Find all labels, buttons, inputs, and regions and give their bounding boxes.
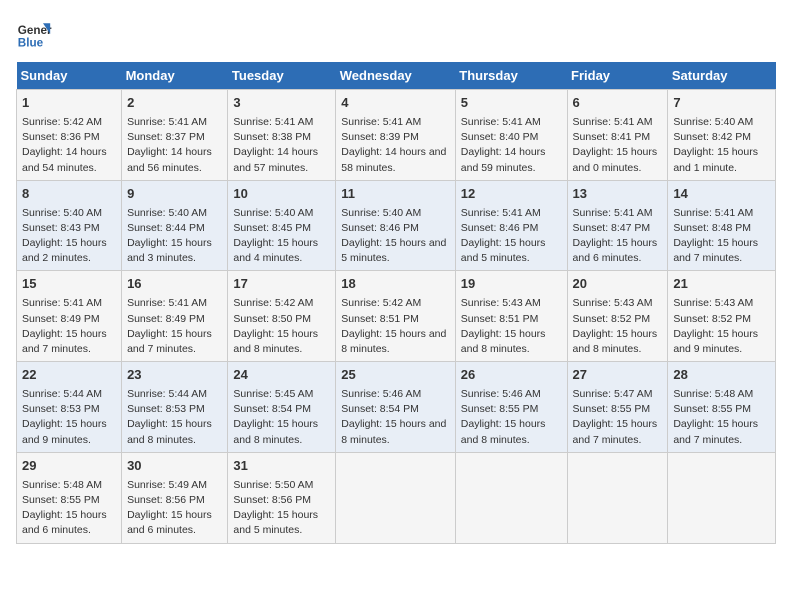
day-number: 21 — [673, 275, 770, 294]
calendar-cell: 12Sunrise: 5:41 AMSunset: 8:46 PMDayligh… — [455, 180, 567, 271]
header-wednesday: Wednesday — [336, 62, 456, 90]
calendar-week-row: 29Sunrise: 5:48 AMSunset: 8:55 PMDayligh… — [17, 452, 776, 543]
calendar-cell: 27Sunrise: 5:47 AMSunset: 8:55 PMDayligh… — [567, 362, 668, 453]
day-number: 19 — [461, 275, 562, 294]
header-sunday: Sunday — [17, 62, 122, 90]
calendar-cell: 24Sunrise: 5:45 AMSunset: 8:54 PMDayligh… — [228, 362, 336, 453]
calendar-cell — [336, 452, 456, 543]
calendar-cell: 14Sunrise: 5:41 AMSunset: 8:48 PMDayligh… — [668, 180, 776, 271]
calendar-cell — [668, 452, 776, 543]
day-number: 26 — [461, 366, 562, 385]
day-number: 15 — [22, 275, 116, 294]
day-number: 22 — [22, 366, 116, 385]
calendar-cell: 3Sunrise: 5:41 AMSunset: 8:38 PMDaylight… — [228, 90, 336, 181]
day-number: 4 — [341, 94, 450, 113]
page-header: General Blue — [16, 16, 776, 52]
calendar-cell: 19Sunrise: 5:43 AMSunset: 8:51 PMDayligh… — [455, 271, 567, 362]
day-number: 2 — [127, 94, 222, 113]
calendar-cell: 22Sunrise: 5:44 AMSunset: 8:53 PMDayligh… — [17, 362, 122, 453]
header-tuesday: Tuesday — [228, 62, 336, 90]
calendar-cell: 8Sunrise: 5:40 AMSunset: 8:43 PMDaylight… — [17, 180, 122, 271]
day-number: 27 — [573, 366, 663, 385]
header-saturday: Saturday — [668, 62, 776, 90]
calendar-cell — [455, 452, 567, 543]
header-friday: Friday — [567, 62, 668, 90]
calendar-cell: 26Sunrise: 5:46 AMSunset: 8:55 PMDayligh… — [455, 362, 567, 453]
calendar-week-row: 22Sunrise: 5:44 AMSunset: 8:53 PMDayligh… — [17, 362, 776, 453]
calendar-cell: 21Sunrise: 5:43 AMSunset: 8:52 PMDayligh… — [668, 271, 776, 362]
day-number: 16 — [127, 275, 222, 294]
day-number: 13 — [573, 185, 663, 204]
day-number: 20 — [573, 275, 663, 294]
calendar-cell: 20Sunrise: 5:43 AMSunset: 8:52 PMDayligh… — [567, 271, 668, 362]
calendar-cell: 28Sunrise: 5:48 AMSunset: 8:55 PMDayligh… — [668, 362, 776, 453]
header-thursday: Thursday — [455, 62, 567, 90]
calendar-cell: 6Sunrise: 5:41 AMSunset: 8:41 PMDaylight… — [567, 90, 668, 181]
day-number: 10 — [233, 185, 330, 204]
logo: General Blue — [16, 16, 52, 52]
svg-text:Blue: Blue — [18, 37, 44, 50]
day-number: 7 — [673, 94, 770, 113]
day-number: 14 — [673, 185, 770, 204]
day-number: 24 — [233, 366, 330, 385]
day-number: 17 — [233, 275, 330, 294]
calendar-cell: 17Sunrise: 5:42 AMSunset: 8:50 PMDayligh… — [228, 271, 336, 362]
calendar-table: SundayMondayTuesdayWednesdayThursdayFrid… — [16, 62, 776, 544]
calendar-cell — [567, 452, 668, 543]
calendar-cell: 15Sunrise: 5:41 AMSunset: 8:49 PMDayligh… — [17, 271, 122, 362]
calendar-cell: 31Sunrise: 5:50 AMSunset: 8:56 PMDayligh… — [228, 452, 336, 543]
header-monday: Monday — [122, 62, 228, 90]
day-number: 25 — [341, 366, 450, 385]
calendar-week-row: 1Sunrise: 5:42 AMSunset: 8:36 PMDaylight… — [17, 90, 776, 181]
calendar-header-row: SundayMondayTuesdayWednesdayThursdayFrid… — [17, 62, 776, 90]
day-number: 23 — [127, 366, 222, 385]
calendar-cell: 23Sunrise: 5:44 AMSunset: 8:53 PMDayligh… — [122, 362, 228, 453]
day-number: 11 — [341, 185, 450, 204]
calendar-cell: 13Sunrise: 5:41 AMSunset: 8:47 PMDayligh… — [567, 180, 668, 271]
calendar-cell: 5Sunrise: 5:41 AMSunset: 8:40 PMDaylight… — [455, 90, 567, 181]
day-number: 12 — [461, 185, 562, 204]
calendar-week-row: 15Sunrise: 5:41 AMSunset: 8:49 PMDayligh… — [17, 271, 776, 362]
calendar-cell: 10Sunrise: 5:40 AMSunset: 8:45 PMDayligh… — [228, 180, 336, 271]
calendar-cell: 16Sunrise: 5:41 AMSunset: 8:49 PMDayligh… — [122, 271, 228, 362]
day-number: 8 — [22, 185, 116, 204]
day-number: 6 — [573, 94, 663, 113]
calendar-cell: 18Sunrise: 5:42 AMSunset: 8:51 PMDayligh… — [336, 271, 456, 362]
day-number: 9 — [127, 185, 222, 204]
day-number: 31 — [233, 457, 330, 476]
day-number: 5 — [461, 94, 562, 113]
calendar-cell: 9Sunrise: 5:40 AMSunset: 8:44 PMDaylight… — [122, 180, 228, 271]
calendar-cell: 2Sunrise: 5:41 AMSunset: 8:37 PMDaylight… — [122, 90, 228, 181]
calendar-cell: 25Sunrise: 5:46 AMSunset: 8:54 PMDayligh… — [336, 362, 456, 453]
day-number: 18 — [341, 275, 450, 294]
logo-icon: General Blue — [16, 16, 52, 52]
day-number: 3 — [233, 94, 330, 113]
calendar-cell: 29Sunrise: 5:48 AMSunset: 8:55 PMDayligh… — [17, 452, 122, 543]
calendar-cell: 30Sunrise: 5:49 AMSunset: 8:56 PMDayligh… — [122, 452, 228, 543]
calendar-cell: 1Sunrise: 5:42 AMSunset: 8:36 PMDaylight… — [17, 90, 122, 181]
day-number: 30 — [127, 457, 222, 476]
calendar-week-row: 8Sunrise: 5:40 AMSunset: 8:43 PMDaylight… — [17, 180, 776, 271]
day-number: 28 — [673, 366, 770, 385]
calendar-body: 1Sunrise: 5:42 AMSunset: 8:36 PMDaylight… — [17, 90, 776, 544]
calendar-cell: 4Sunrise: 5:41 AMSunset: 8:39 PMDaylight… — [336, 90, 456, 181]
calendar-cell: 11Sunrise: 5:40 AMSunset: 8:46 PMDayligh… — [336, 180, 456, 271]
calendar-cell: 7Sunrise: 5:40 AMSunset: 8:42 PMDaylight… — [668, 90, 776, 181]
day-number: 1 — [22, 94, 116, 113]
day-number: 29 — [22, 457, 116, 476]
